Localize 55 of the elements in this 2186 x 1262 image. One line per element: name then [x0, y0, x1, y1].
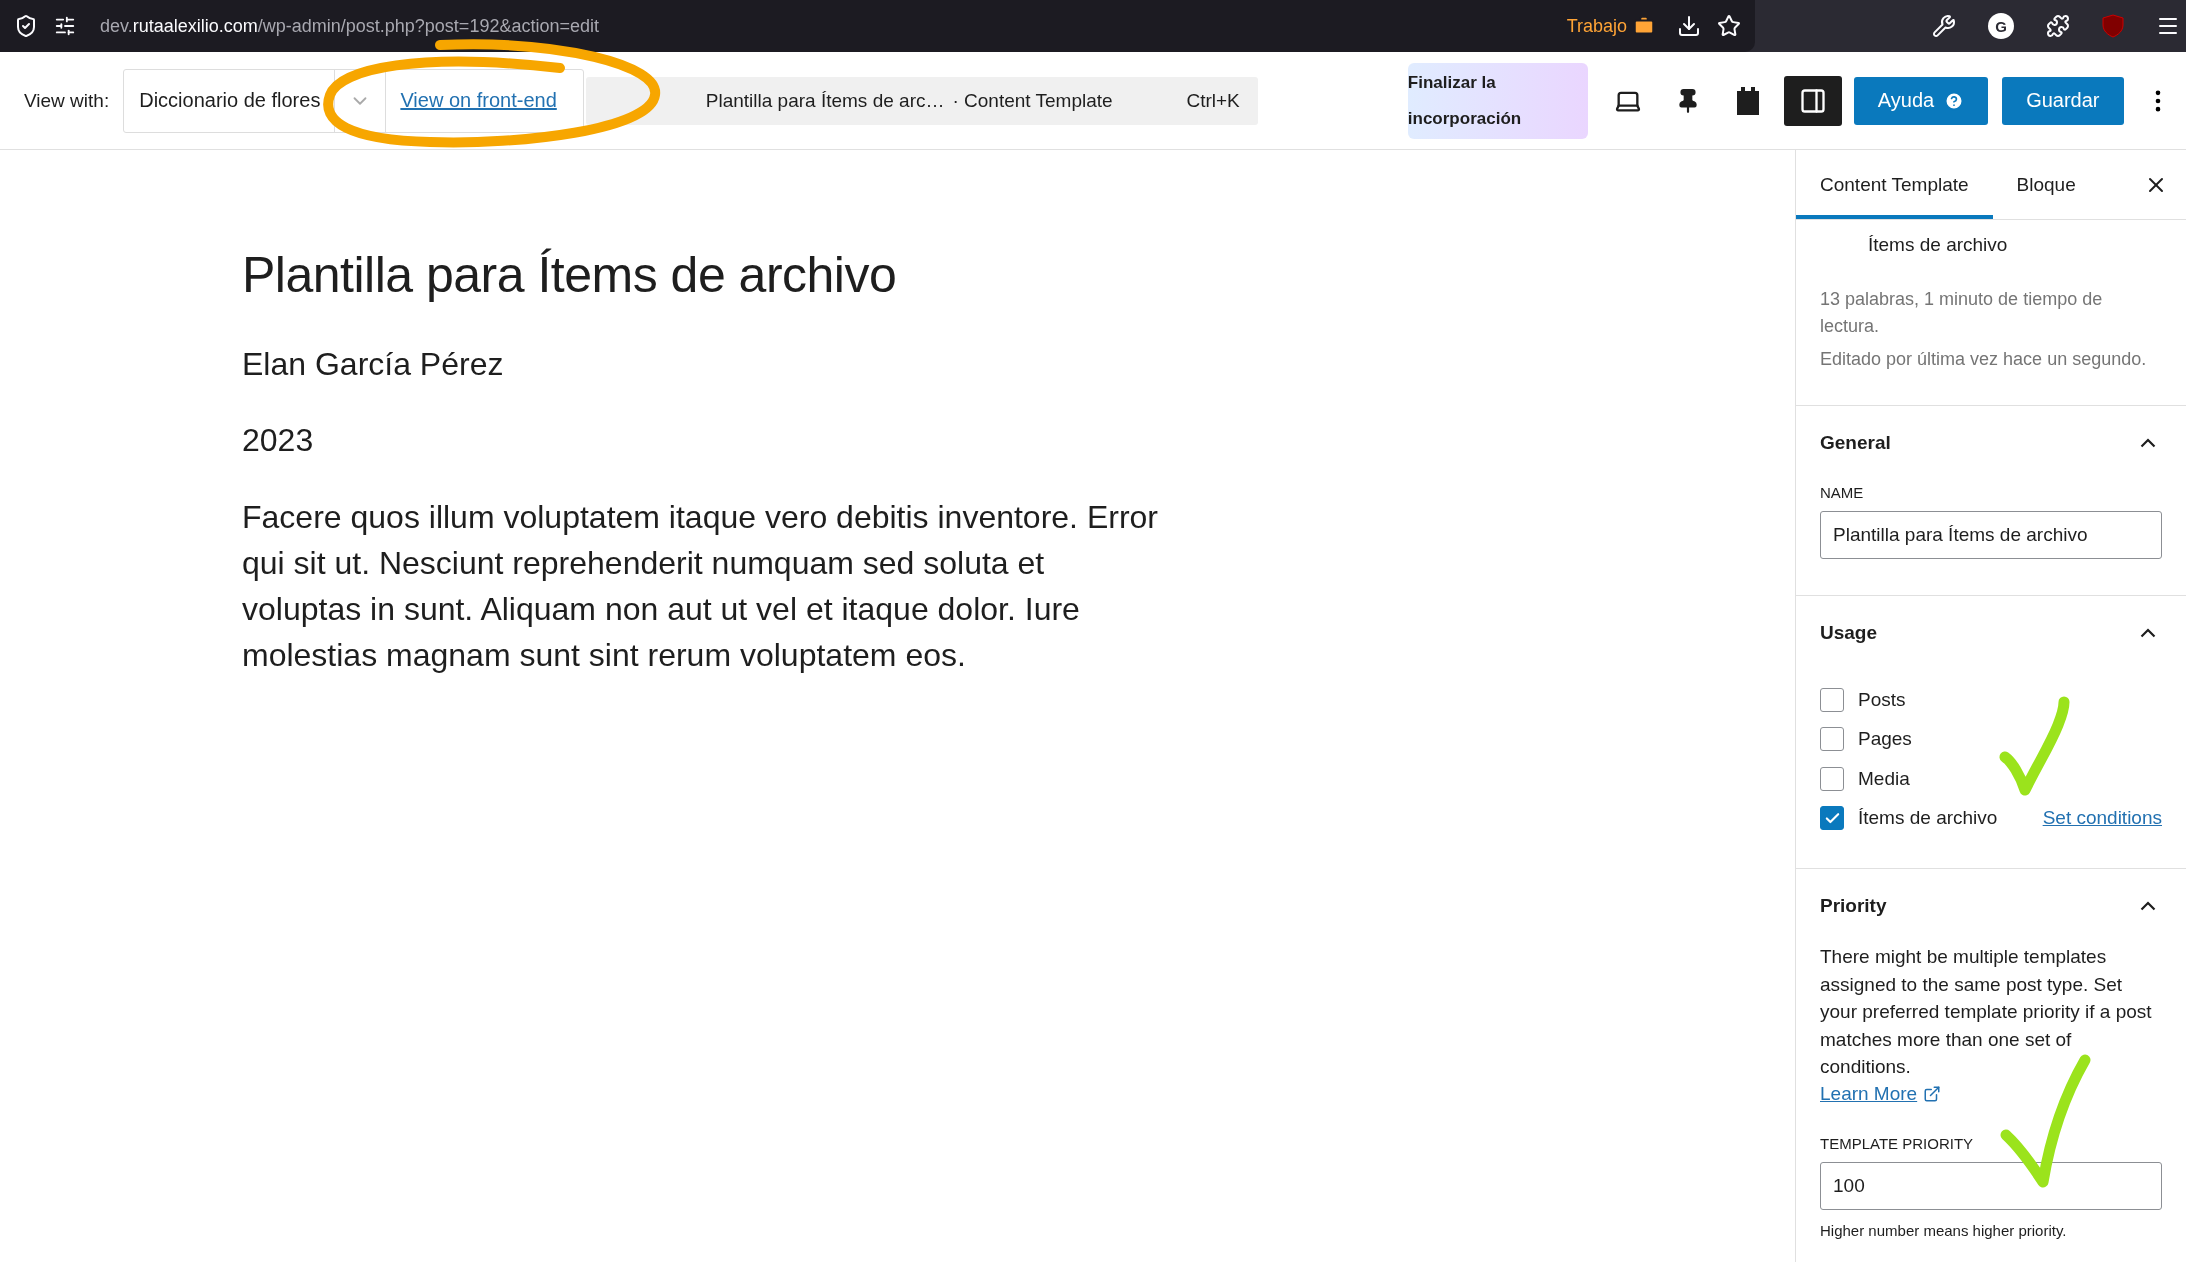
- panel-header[interactable]: Priority: [1820, 869, 2162, 943]
- panel-header[interactable]: General: [1820, 406, 2162, 480]
- option-label: Pages: [1858, 728, 1913, 751]
- help-text: Higher number means higher priority.: [1820, 1221, 2068, 1239]
- external-link-icon: [1923, 1084, 1942, 1103]
- wrench-icon[interactable]: [1932, 14, 1956, 38]
- set-conditions-link[interactable]: Set conditions: [2042, 807, 2162, 830]
- permissions-icon: [54, 15, 76, 37]
- sidebar-tab[interactable]: Bloque: [1992, 150, 2100, 219]
- panel-header[interactable]: Usage: [1820, 596, 2162, 670]
- command-title: Plantilla para Ítems de arc…: [705, 89, 945, 112]
- shield-icon: [14, 14, 38, 38]
- download-icon[interactable]: [1677, 14, 1701, 38]
- checkbox[interactable]: [1820, 806, 1844, 831]
- option-label: Media: [1858, 767, 1911, 790]
- help-button[interactable]: Ayuda: [1853, 76, 1989, 125]
- priority-description: There might be multiple templates assigned to the same post type. Set your preferred template priority if a post matches more than one set of conditions.: [1820, 945, 2153, 1079]
- chevron-up-icon: [2140, 901, 2156, 911]
- help-icon: [1944, 90, 1965, 111]
- command-bar[interactable]: Plantilla para Ítems de arc… · Content Template Ctrl+K: [585, 76, 1258, 125]
- name-field[interactable]: Plantilla para Ítems de archivo: [1820, 511, 2162, 559]
- post-year: 2023: [242, 421, 315, 460]
- option-label: Ítems de archivo: [1858, 807, 1999, 830]
- onboarding-button[interactable]: Finalizar la incorporación: [1407, 62, 1588, 139]
- post-body: Facere quos illum voluptatem itaque vero debitis inventore. Error qui sit ut. Nesciunt reprehenderit numquam sed soluta et voluptas in sunt. Aliquam non aut ut vel et itaque dolor. Iure molestias magnam sunt sint rerum voluptatem eos.: [242, 498, 1159, 675]
- shortcut-text: Ctrl+K: [1186, 89, 1240, 112]
- learn-more-link[interactable]: Learn More: [1820, 1082, 1918, 1105]
- calendar-icon: [1734, 84, 1761, 117]
- sidebar-toggle-button[interactable]: [1783, 75, 1842, 126]
- template-name: Ítems de archivo: [1867, 234, 2009, 256]
- option-label: Posts: [1858, 688, 1907, 711]
- last-edited-text: Editado por última vez hace un segundo.: [1820, 348, 2148, 371]
- checkbox[interactable]: [1820, 766, 1844, 791]
- post-author: Elan García Pérez: [242, 345, 505, 384]
- extension-icon[interactable]: G: [1988, 13, 2014, 39]
- checkbox[interactable]: [1820, 687, 1844, 712]
- word-count-text: 13 palabras, 1 minuto de tiempo de lectura.: [1820, 288, 2104, 338]
- sidebar-icon: [1798, 86, 1827, 115]
- checkbox[interactable]: [1820, 727, 1844, 752]
- command-type: · Content Template: [952, 89, 1113, 112]
- briefcase-icon: [1633, 15, 1655, 37]
- chevron-up-icon: [2140, 438, 2156, 448]
- container-label[interactable]: Trabajo: [1566, 15, 1655, 37]
- field-label: NAME: [1820, 484, 1865, 501]
- priority-field[interactable]: 100: [1820, 1161, 2162, 1210]
- save-button[interactable]: Guardar: [2002, 76, 2124, 125]
- sidebar-tab[interactable]: Content Template: [1796, 150, 1993, 219]
- chevron-up-icon: [2140, 628, 2156, 638]
- puzzle-icon[interactable]: [2046, 14, 2070, 38]
- star-icon[interactable]: [1717, 14, 1741, 38]
- field-label: TEMPLATE PRIORITY: [1820, 1134, 1975, 1152]
- url-text: dev.rutaalexilio.com/wp-admin/post.php?post=192&action=edit: [100, 15, 600, 37]
- address-bar[interactable]: dev.rutaalexilio.com/wp-admin/post.php?post=192&action=edit Trabajo: [0, 0, 1755, 52]
- post-title: Plantilla para Ítems de archivo: [242, 246, 898, 304]
- view-with-label: View with:: [24, 89, 110, 112]
